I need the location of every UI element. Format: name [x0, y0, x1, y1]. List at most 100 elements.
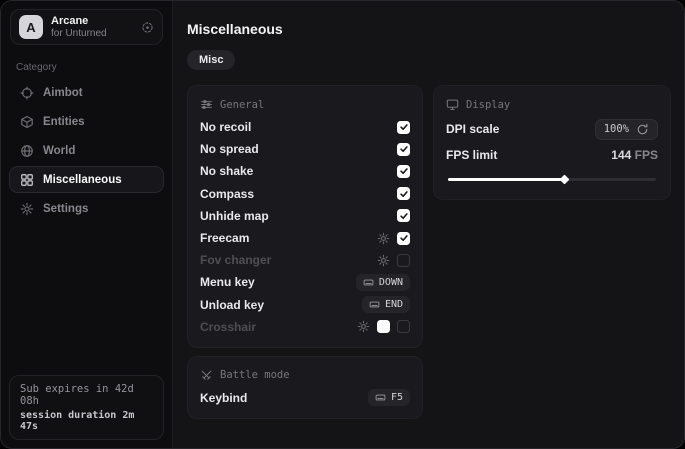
general-panel-header: General: [200, 90, 410, 116]
setting-controls: END: [362, 296, 410, 313]
checkbox[interactable]: [397, 254, 410, 267]
dpi-scale-row: DPI scale 100%: [446, 116, 658, 142]
setting-controls: [397, 143, 410, 156]
checkbox[interactable]: [397, 209, 410, 222]
battle-mode-panel: Battle mode Keybind F5: [187, 356, 423, 419]
setting-label: Compass: [200, 187, 254, 201]
keyboard-icon: [375, 392, 386, 403]
general-panel-title: General: [220, 99, 264, 111]
tab-bar: Misc: [187, 50, 671, 70]
setting-row-unhide-map: Unhide map: [200, 205, 410, 227]
monitor-icon: [446, 98, 459, 111]
checkbox[interactable]: [397, 320, 410, 333]
sidebar-item-settings[interactable]: Settings: [9, 195, 164, 222]
setting-row-fov-changer: Fov changer: [200, 249, 410, 271]
setting-label: No shake: [200, 164, 253, 178]
sidebar-item-miscellaneous[interactable]: Miscellaneous: [9, 166, 164, 193]
general-panel: General No recoil No spread No shake Compas…: [187, 85, 423, 348]
setting-row-crosshair: Crosshair: [200, 316, 410, 338]
display-panel: Display DPI scale 100% FPS limit 144: [433, 85, 671, 200]
dpi-scale-value: 100%: [604, 123, 629, 135]
setting-row-freecam: Freecam: [200, 227, 410, 249]
setting-row-menu-key: Menu key DOWN: [200, 271, 410, 293]
app-title: Arcane: [51, 15, 133, 28]
sidebar-item-label: Entities: [43, 116, 85, 128]
setting-row-no-recoil: No recoil: [200, 116, 410, 138]
setting-label: Keybind: [200, 391, 247, 405]
sidebar-item-entities[interactable]: Entities: [9, 108, 164, 135]
setting-row-no-spread: No spread: [200, 138, 410, 160]
setting-controls: [397, 165, 410, 178]
gear-icon[interactable]: [377, 254, 390, 267]
sidebar-item-aimbot[interactable]: Aimbot: [9, 79, 164, 106]
setting-controls: [397, 187, 410, 200]
sidebar-item-label: Miscellaneous: [43, 174, 122, 186]
checkbox[interactable]: [397, 143, 410, 156]
fps-limit-label: FPS limit: [446, 148, 497, 162]
tab-misc[interactable]: Misc: [187, 50, 235, 70]
app-logo: A: [19, 15, 43, 39]
sidebar-item-label: World: [43, 145, 75, 157]
sidebar: A Arcane for Unturned Category Aimbot Ent…: [1, 1, 173, 448]
setting-row-compass: Compass: [200, 183, 410, 205]
app-header: A Arcane for Unturned: [10, 9, 163, 45]
fps-limit-slider[interactable]: [448, 175, 656, 184]
gear-icon[interactable]: [357, 320, 370, 333]
slider-thumb[interactable]: [560, 175, 570, 185]
app-window: A Arcane for Unturned Category Aimbot Ent…: [0, 0, 685, 449]
setting-label: Menu key: [200, 275, 255, 289]
checkbox[interactable]: [397, 232, 410, 245]
checkbox[interactable]: [397, 187, 410, 200]
setting-controls: [397, 121, 410, 134]
dpi-scale-label: DPI scale: [446, 122, 499, 136]
setting-label: Unhide map: [200, 209, 269, 223]
fps-limit-value: 144 FPS: [611, 148, 658, 162]
checkbox[interactable]: [397, 165, 410, 178]
setting-controls: F5: [368, 389, 410, 406]
keybind-badge[interactable]: F5: [368, 389, 410, 406]
setting-row-keybind: Keybind F5: [200, 387, 410, 409]
gear-icon[interactable]: [377, 232, 390, 245]
setting-label: Crosshair: [200, 320, 256, 334]
fps-limit-row: FPS limit 144 FPS: [446, 142, 658, 168]
sidebar-nav: Aimbot Entities World Miscellaneous Settings: [1, 79, 172, 222]
globe-icon: [20, 144, 34, 158]
app-subtitle: for Unturned: [51, 28, 133, 40]
setting-controls: [357, 320, 410, 333]
setting-label: Freecam: [200, 231, 249, 245]
setting-label: No recoil: [200, 120, 251, 134]
cube-icon: [20, 115, 34, 129]
main-content: Miscellaneous Misc General No recoilNo s…: [173, 1, 685, 448]
setting-controls: [397, 209, 410, 222]
keyboard-icon: [369, 299, 380, 310]
sidebar-item-label: Settings: [43, 203, 88, 215]
sliders-icon: [200, 98, 213, 111]
category-label: Category: [16, 62, 157, 73]
keybind-badge[interactable]: END: [362, 296, 410, 313]
crosshair-icon: [20, 86, 34, 100]
display-panel-title: Display: [466, 99, 510, 111]
rotate-icon[interactable]: [636, 123, 649, 136]
session-duration-text: session duration 2m 47s: [20, 410, 153, 432]
checkbox[interactable]: [397, 121, 410, 134]
slider-fill: [448, 178, 564, 181]
setting-controls: [377, 254, 410, 267]
sidebar-item-label: Aimbot: [43, 87, 83, 99]
subscription-status: Sub expires in 42d 08h session duration …: [9, 375, 164, 440]
setting-label: No spread: [200, 142, 259, 156]
sidebar-item-world[interactable]: World: [9, 137, 164, 164]
setting-controls: DOWN: [356, 274, 410, 291]
grid-icon: [20, 173, 34, 187]
setting-label: Fov changer: [200, 253, 271, 267]
gear-icon: [20, 202, 34, 216]
dpi-scale-control[interactable]: 100%: [595, 119, 658, 140]
battle-panel-title: Battle mode: [220, 369, 290, 381]
color-swatch[interactable]: [377, 320, 390, 333]
keyboard-icon: [363, 277, 374, 288]
keybind-value: END: [385, 299, 403, 310]
display-panel-header: Display: [446, 90, 658, 116]
setting-controls: [377, 232, 410, 245]
sub-expiry-text: Sub expires in 42d 08h: [20, 383, 153, 407]
sync-icon[interactable]: [141, 21, 154, 34]
keybind-badge[interactable]: DOWN: [356, 274, 410, 291]
